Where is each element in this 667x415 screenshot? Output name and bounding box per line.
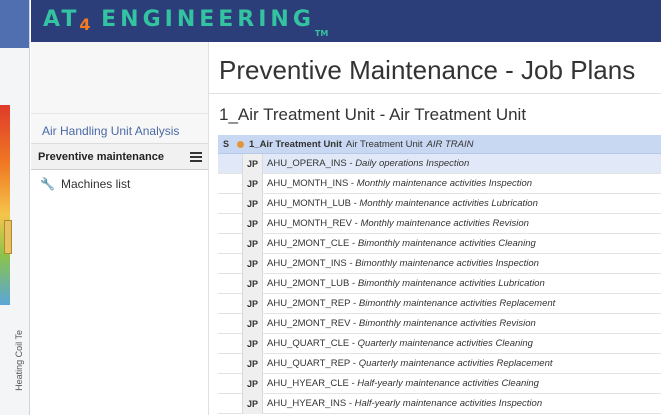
wrench-icon: 🔧 bbox=[40, 177, 55, 191]
job-plan-description: Bimonthly maintenance activities Replace… bbox=[358, 298, 556, 309]
background-axis-label: Heating Coil Te bbox=[14, 330, 24, 391]
logo-text-left: AT bbox=[43, 7, 80, 32]
job-plan-row[interactable]: JP AHU_2MONT_REP - Bimonthly maintenance… bbox=[218, 293, 661, 314]
job-plan-description: Bimonthly maintenance activities Revisio… bbox=[358, 318, 536, 329]
job-plan-description: Monthly maintenance activities Revision bbox=[360, 218, 529, 229]
heatmap-marker bbox=[4, 220, 12, 254]
background-window-header bbox=[0, 0, 29, 48]
job-plan-tree: S 1_Air Treatment Unit Air Treatment Uni… bbox=[218, 135, 661, 414]
job-plan-separator: - bbox=[346, 158, 356, 169]
job-plan-row[interactable]: JP AHU_HYEAR_CLE - Half-yearly maintenan… bbox=[218, 373, 661, 394]
asset-subtitle: 1_Air Treatment Unit - Air Treatment Uni… bbox=[219, 105, 527, 124]
job-plan-code: AHU_OPERA_INS bbox=[267, 158, 347, 169]
job-plan-row[interactable]: JP AHU_QUART_REP - Quarterly maintenance… bbox=[218, 353, 661, 374]
job-plan-code: AHU_QUART_CLE bbox=[267, 338, 350, 349]
job-plan-tag: JP bbox=[242, 233, 263, 254]
root-type-tag: S bbox=[223, 139, 230, 149]
job-plan-separator: - bbox=[348, 178, 357, 189]
job-plan-separator: - bbox=[350, 358, 359, 369]
job-plan-tag: JP bbox=[242, 373, 263, 394]
job-plan-tag: JP bbox=[242, 293, 263, 314]
sidebar-title[interactable]: Air Handling Unit Analysis bbox=[31, 114, 208, 144]
hamburger-menu-icon[interactable] bbox=[190, 151, 202, 162]
job-plan-row[interactable]: JP AHU_QUART_CLE - Quarterly maintenance… bbox=[218, 333, 661, 354]
sidebar-item-label: Machines list bbox=[60, 177, 131, 191]
job-plan-row[interactable]: JP AHU_2MONT_CLE - Bimonthly maintenance… bbox=[218, 233, 661, 254]
job-plan-tag: JP bbox=[242, 273, 263, 294]
job-plan-description: Quarterly maintenance activities Replace… bbox=[358, 358, 553, 369]
app-header: AT4 ENGINEERINGTM bbox=[31, 0, 661, 42]
job-plan-code: AHU_2MONT_CLE bbox=[267, 238, 350, 249]
title-divider bbox=[209, 93, 661, 94]
sidebar-section-label: Preventive maintenance bbox=[38, 150, 164, 163]
job-plan-description: Half-yearly maintenance activities Inspe… bbox=[354, 398, 543, 409]
job-plan-description: Monthly maintenance activities Inspectio… bbox=[356, 178, 533, 189]
sidebar-item-machines-list[interactable]: 🔧 Machines list bbox=[31, 170, 208, 198]
job-plan-description: Monthly maintenance activities Lubricati… bbox=[359, 198, 538, 209]
job-plan-code: AHU_HYEAR_INS bbox=[267, 398, 347, 409]
job-plan-row[interactable]: JP AHU_MONTH_INS - Monthly maintenance a… bbox=[218, 173, 661, 194]
job-plan-tag: JP bbox=[242, 353, 263, 374]
job-plan-tag: JP bbox=[242, 253, 263, 274]
job-plan-row[interactable]: JP AHU_MONTH_REV - Monthly maintenance a… bbox=[218, 213, 661, 234]
job-plan-tag: JP bbox=[242, 313, 263, 334]
job-plan-tag: JP bbox=[242, 193, 263, 214]
job-plan-tag: JP bbox=[242, 173, 263, 194]
app-window: AT4 ENGINEERINGTM Air Handling Unit Anal… bbox=[31, 0, 661, 415]
job-plan-separator: - bbox=[349, 338, 358, 349]
status-dot-icon bbox=[237, 140, 244, 148]
job-plan-row[interactable]: JP AHU_HYEAR_INS - Half-yearly maintenan… bbox=[218, 393, 661, 414]
job-plan-tag: JP bbox=[242, 153, 263, 174]
job-plan-separator: - bbox=[350, 198, 360, 209]
job-plan-separator: - bbox=[350, 318, 359, 329]
tree-root-row[interactable]: S 1_Air Treatment Unit Air Treatment Uni… bbox=[218, 135, 661, 154]
job-plan-description: Bimonthly maintenance activities Cleanin… bbox=[357, 238, 536, 249]
job-plan-separator: - bbox=[346, 258, 356, 269]
root-classification: AIR TRAIN bbox=[426, 138, 474, 150]
job-plan-separator: - bbox=[352, 218, 361, 229]
job-plan-code: AHU_MONTH_REV bbox=[267, 218, 352, 229]
job-plan-tag: JP bbox=[242, 213, 263, 234]
root-description: Air Treatment Unit bbox=[345, 138, 423, 150]
job-plan-separator: - bbox=[349, 278, 358, 289]
logo-text-right: ENGINEERING bbox=[101, 7, 315, 32]
main-content: Preventive Maintenance - Job Plans 1_Air… bbox=[209, 42, 661, 415]
job-plan-row[interactable]: JP AHU_MONTH_LUB - Monthly maintenance a… bbox=[218, 193, 661, 214]
logo-subscript: 4 bbox=[79, 15, 91, 34]
job-plan-description: Bimonthly maintenance activities Inspect… bbox=[355, 258, 539, 269]
brand-logo[interactable]: AT4 ENGINEERINGTM bbox=[43, 7, 328, 38]
sidebar-top-panel bbox=[31, 42, 208, 114]
job-plan-row[interactable]: JP AHU_2MONT_REV - Bimonthly maintenance… bbox=[218, 313, 661, 334]
job-plan-separator: - bbox=[348, 378, 358, 389]
job-plan-description: Bimonthly maintenance activities Lubrica… bbox=[357, 278, 545, 289]
job-plan-separator: - bbox=[346, 398, 355, 409]
heatmap-strip bbox=[0, 105, 10, 305]
logo-trademark: TM bbox=[314, 29, 329, 38]
job-plan-tag: JP bbox=[242, 393, 263, 414]
job-plan-code: AHU_2MONT_INS bbox=[267, 258, 347, 269]
job-plan-description: Quarterly maintenance activities Cleanin… bbox=[357, 338, 533, 349]
job-plan-separator: - bbox=[350, 298, 359, 309]
job-plan-code: AHU_2MONT_REP bbox=[267, 298, 351, 309]
job-plan-code: AHU_2MONT_LUB bbox=[267, 278, 350, 289]
job-plan-separator: - bbox=[349, 238, 358, 249]
background-window: Heating Coil Te bbox=[0, 0, 30, 415]
job-plan-description: Daily operations Inspection bbox=[355, 158, 470, 169]
job-plan-list: JP AHU_OPERA_INS - Daily operations Insp… bbox=[218, 153, 661, 414]
job-plan-code: AHU_2MONT_REV bbox=[267, 318, 351, 329]
job-plan-row[interactable]: JP AHU_2MONT_LUB - Bimonthly maintenance… bbox=[218, 273, 661, 294]
job-plan-code: AHU_QUART_REP bbox=[267, 358, 351, 369]
job-plan-code: AHU_HYEAR_CLE bbox=[267, 378, 349, 389]
job-plan-description: Half-yearly maintenance activities Clean… bbox=[357, 378, 539, 389]
job-plan-code: AHU_MONTH_INS bbox=[267, 178, 349, 189]
job-plan-code: AHU_MONTH_LUB bbox=[267, 198, 351, 209]
sidebar: Air Handling Unit Analysis Preventive ma… bbox=[31, 42, 209, 415]
job-plan-tag: JP bbox=[242, 333, 263, 354]
job-plan-row[interactable]: JP AHU_OPERA_INS - Daily operations Insp… bbox=[218, 153, 661, 174]
root-name: 1_Air Treatment Unit bbox=[249, 138, 342, 150]
sidebar-section-header: Preventive maintenance bbox=[31, 144, 208, 170]
job-plan-row[interactable]: JP AHU_2MONT_INS - Bimonthly maintenance… bbox=[218, 253, 661, 274]
page-title: Preventive Maintenance - Job Plans bbox=[219, 55, 636, 85]
